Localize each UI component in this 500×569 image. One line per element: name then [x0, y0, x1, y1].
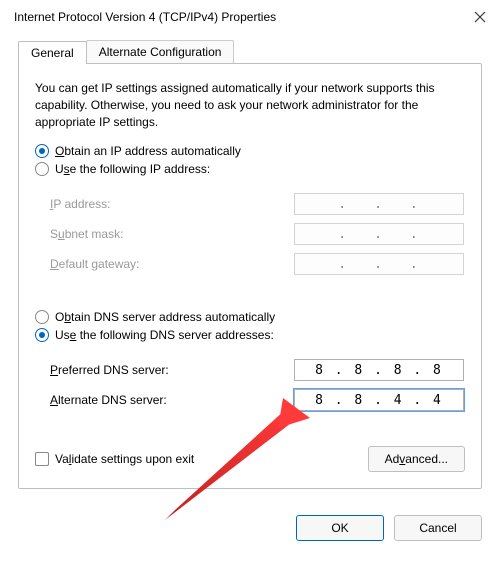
dialog-footer: OK Cancel [0, 501, 500, 541]
dns-fields-group: Preferred DNS server:Preferred DNS serve… [27, 346, 473, 430]
tab-alternate[interactable]: Alternate Configuration [86, 40, 235, 63]
dns-alternate-label: Alternate DNS server:Alternate DNS serve… [50, 393, 167, 407]
titlebar: Internet Protocol Version 4 (TCP/IPv4) P… [0, 0, 500, 34]
radio-dns-manual-label: Use the following DNS server addresses:U… [55, 328, 274, 342]
advanced-button[interactable]: Advanced...Advanced... [368, 446, 465, 472]
subnet-label: Subnet mask:Subnet mask: [50, 227, 123, 241]
dialog-content: General Alternate Configuration You can … [0, 40, 500, 501]
dns-preferred-label: Preferred DNS server:Preferred DNS serve… [50, 363, 169, 377]
ip-address-input: ... [294, 193, 464, 215]
radio-ip-manual-label: Use the following IP address:Use the fol… [55, 162, 210, 176]
subnet-input: ... [294, 223, 464, 245]
window-title: Internet Protocol Version 4 (TCP/IPv4) P… [14, 10, 276, 24]
gateway-label: Default gateway:Default gateway: [50, 257, 139, 271]
radio-ip-manual[interactable]: Use the following IP address:Use the fol… [35, 162, 465, 176]
radio-ip-auto-label: Obtain an IP address automaticallyObtain… [55, 144, 241, 158]
radio-dns-manual[interactable]: Use the following DNS server addresses:U… [35, 328, 465, 342]
radio-icon [35, 328, 49, 342]
ip-address-label: IP address:IP address: [50, 197, 111, 211]
gateway-input: ... [294, 253, 464, 275]
tab-panel-general: You can get IP settings assigned automat… [18, 63, 482, 489]
cancel-button[interactable]: Cancel [394, 515, 482, 541]
validate-label: Validate settings upon exitValidate sett… [55, 452, 194, 466]
checkbox-icon [35, 452, 49, 466]
tab-general[interactable]: General [18, 41, 87, 64]
radio-icon [35, 310, 49, 324]
radio-ip-auto[interactable]: Obtain an IP address automaticallyObtain… [35, 144, 465, 158]
tab-strip: General Alternate Configuration [18, 40, 482, 63]
close-icon[interactable] [474, 11, 486, 23]
radio-icon [35, 162, 49, 176]
radio-icon [35, 144, 49, 158]
validate-checkbox[interactable]: Validate settings upon exitValidate sett… [35, 452, 194, 466]
dns-preferred-input[interactable]: 8 . 8 . 8 . 8 [294, 359, 464, 381]
intro-text: You can get IP settings assigned automat… [35, 80, 465, 130]
ip-fields-group: IP address:IP address: ... Subnet mask:S… [27, 180, 473, 294]
radio-dns-auto[interactable]: Obtain DNS server address automaticallyO… [35, 310, 465, 324]
ok-button[interactable]: OK [296, 515, 384, 541]
radio-dns-auto-label: Obtain DNS server address automaticallyO… [55, 310, 275, 324]
dns-alternate-input[interactable]: 8 . 8 . 4 . 4 [294, 389, 464, 411]
